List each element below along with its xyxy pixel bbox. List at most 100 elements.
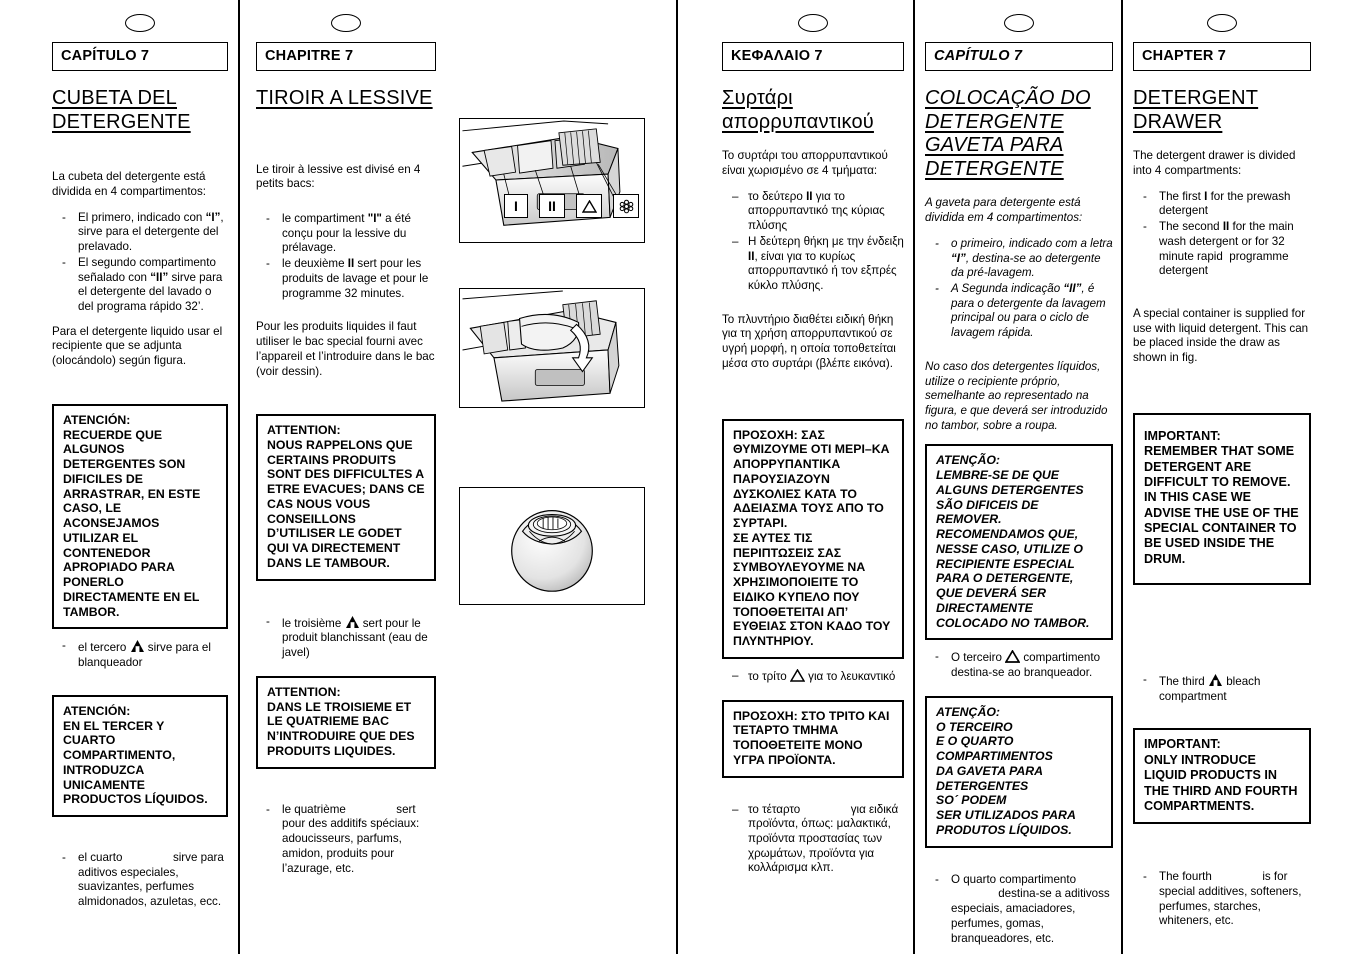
column-divider-3 (913, 0, 915, 954)
bleach-triangle-icon (1208, 673, 1223, 687)
oval-marker-icon (125, 14, 155, 32)
intro-en: The detergent drawer is divided into 4 c… (1133, 149, 1296, 177)
list-item: - El primero, indicado con “I”, sirve par… (62, 211, 228, 255)
bullet-text: o primeiro, indicado com a letra “I”, de… (951, 236, 1113, 280)
list-item: -A Segunda indicação “II”, é para o dete… (935, 282, 1113, 341)
body-es: La cubeta del detergente está dividida e… (52, 170, 228, 369)
warning-box-el-2: ΠΡΟΣΟΧΗ: ΣΤΟ ΤΡΙΤΟ ΚΑΙ ΤΕΤΑΡΤΟ ΤΜΗΜΑ ΤΟΠ… (722, 699, 904, 778)
column-portuguese: CAPÍTULO 7 COLOCAÇÃO DO DETERGENTE GAVET… (925, 14, 1113, 946)
dash-marker: – (732, 189, 739, 203)
note-text-post: για το λευκαντικό (808, 669, 896, 683)
bullet-text: A Segunda indicação “II”, é para o deter… (951, 281, 1106, 340)
intro-pt: A gaveta para detergente está dividida e… (925, 196, 1083, 225)
section-title-el-line1: Συρτάρι (722, 87, 793, 109)
section-title-pt-line4: DETERGENTE (925, 157, 1064, 180)
list-item: -o primeiro, indicado com a letra “I”, d… (935, 237, 1113, 281)
section-title-fr-line1: TIROIR A LESSIVE (256, 87, 433, 109)
chapter-label-pt: CAPÍTULO 7 (925, 42, 1113, 71)
figure-drawer-liquid-cup (459, 288, 645, 408)
chip-label: I (514, 198, 518, 214)
dash-marker: - (266, 212, 270, 226)
softener-flower-icon (619, 199, 633, 213)
section-title-pt-line1: COLOCAÇÃO DO (925, 87, 1091, 109)
dash-marker: - (935, 236, 939, 250)
liquid-note-pt: No caso dos detergentes líquidos, utiliz… (925, 359, 1108, 432)
dash-marker: - (266, 257, 270, 271)
section-title-en: DETERGENT DRAWER (1133, 87, 1311, 134)
note-text-post: destina-se a aditivoss especiais, amacia… (951, 887, 1110, 945)
liquid-note-fr: Pour les produits liquides il faut utili… (256, 320, 435, 378)
chip-label: II (548, 198, 556, 214)
oval-marker-icon (331, 14, 361, 32)
body-pt: A gaveta para detergente está dividida e… (925, 196, 1113, 433)
fourth-compartment-note-el: – το τέταρτο για ειδικά προϊόντα, όπως: … (722, 803, 904, 877)
section-title-pt: COLOCAÇÃO DO DETERGENTE GAVETA PARA DETE… (925, 87, 1113, 181)
bullet-list-es: - El primero, indicado con “I”, sirve par… (52, 211, 228, 315)
liquid-detergent-cup-in-drawer-illustration (462, 290, 620, 402)
bleach-triangle-icon (1004, 649, 1021, 664)
list-item: - El segundo compartimento señalado con “… (62, 256, 228, 315)
list-item: - The first I for the prewash detergent (1143, 190, 1311, 219)
dash-marker: - (1143, 673, 1147, 687)
dash-marker: - (1143, 870, 1147, 884)
warning-box-pt-2: ATENÇÃO: O TERCEIRO E O QUARTO COMPARTIMENT… (925, 695, 1113, 848)
intro-es: La cubeta del detergente está dividida e… (52, 170, 207, 198)
bullet-list-fr: - le compartiment "I" a été conçu pour la… (256, 212, 436, 301)
section-title-el-line2: απορρυπαντικού (722, 110, 874, 133)
list-item: – Η δεύτερη θήκη με την ένδειξη II, είναι… (732, 235, 904, 294)
fourth-compartment-note-en: - The fourth is for special additives, s… (1133, 870, 1311, 929)
bleach-triangle-icon (130, 639, 145, 653)
third-compartment-note-fr: - le troisième sert pour le produit blan… (256, 615, 436, 661)
warning-box-fr-2: ATTENTION: DANS LE TROISIEME ET LE QUATRI… (256, 675, 436, 769)
note-text-pre: le troisième (282, 616, 342, 630)
dash-marker: - (62, 851, 66, 864)
compartment-chip-2: II (539, 194, 565, 218)
compartment-chip-4-softener (613, 194, 639, 218)
bullet-text: El segundo compartimento señalado con “I… (78, 255, 223, 313)
oval-marker-icon (1004, 14, 1034, 32)
body-en: The detergent drawer is divided into 4 c… (1133, 149, 1311, 366)
bullet-text: El primero, indicado con “I”, sirve para… (78, 210, 224, 254)
column-divider-1 (238, 0, 240, 954)
chapter-label-el: ΚΕΦΑΛΑΙΟ 7 (722, 42, 904, 71)
dash-marker: - (1143, 220, 1147, 234)
bullet-list-el: – το δεύτερο II για το απορρυπαντικό της … (722, 190, 904, 294)
bullet-text: The second II for the main wash detergen… (1159, 220, 1294, 278)
bullet-text: le deuxième II sert pour les produits de… (282, 257, 429, 300)
intro-fr: Le tiroir à lessive est divisé en 4 peti… (256, 162, 421, 191)
note-text-pre: O terceiro (951, 651, 1002, 665)
section-title-en-line1: DETERGENT (1133, 87, 1259, 109)
dash-marker: - (935, 650, 939, 664)
dash-marker: - (62, 639, 66, 653)
warning-box-en-2: IMPORTANT: ONLY INTRODUCE LIQUID PRODUCTS… (1133, 728, 1311, 825)
note-text-pre: το τρίτο (748, 669, 787, 683)
bullet-text: Η δεύτερη θήκη με την ένδειξη II, είναι … (748, 234, 904, 292)
third-compartment-note-en: - The third bleach compartment (1133, 673, 1311, 704)
dash-marker: - (266, 802, 270, 816)
section-title-es-line2: DETERGENTE (52, 110, 191, 133)
chapter-label-fr: CHAPITRE 7 (256, 42, 436, 71)
manual-page: CAPÍTULO 7 CUBETA DEL DETERGENTE La cube… (0, 0, 1351, 954)
column-english: CHAPTER 7 DETERGENT DRAWER The detergent… (1133, 14, 1311, 929)
note-text-pre: The fourth (1159, 870, 1212, 884)
compartment-chip-1: I (504, 194, 528, 218)
warning-box-el-1: ΠΡΟΣΟΧΗ: ΣΑΣ ΘΥΜΙΖΟΥΜΕ ΟΤΙ ΜΕΡΙ–ΚΑ ΑΠΟΡΡ… (722, 418, 904, 659)
compartment-chip-3-bleach (576, 194, 602, 218)
note-text-pre: el tercero (78, 641, 127, 655)
dash-marker: - (935, 281, 939, 295)
column-greek: ΚΕΦΑΛΑΙΟ 7 Συρτάρι απορρυπαντικού Το συρ… (722, 14, 904, 876)
bullet-text: The first I for the prewash detergent (1159, 189, 1291, 218)
list-item: - le compartiment "I" a été conçu pour la… (266, 212, 436, 256)
liquid-note-es: Para el detergente liquido usar el recip… (52, 324, 223, 368)
dash-marker: - (62, 210, 66, 224)
bullet-text: le compartiment "I" a été conçu pour la … (282, 212, 411, 255)
fourth-compartment-note-pt: - O quarto compartimento destina-se a ad… (925, 873, 1113, 947)
section-title-pt-line3: GAVETA PARA (925, 134, 1064, 157)
dash-marker: - (62, 255, 66, 269)
warning-box-fr-1: ATTENTION: NOUS RAPPELONS QUE CERTAINS PR… (256, 414, 436, 581)
intro-el: Το συρτάρι του απορρυπαντικού είναι χωρι… (722, 149, 888, 177)
section-title-el: Συρτάρι απορρυπαντικού (722, 87, 904, 134)
note-text-pre: le quatrième (282, 802, 346, 816)
detergent-drawer-open-illustration (462, 120, 625, 226)
note-text-pre: The third (1159, 675, 1205, 689)
